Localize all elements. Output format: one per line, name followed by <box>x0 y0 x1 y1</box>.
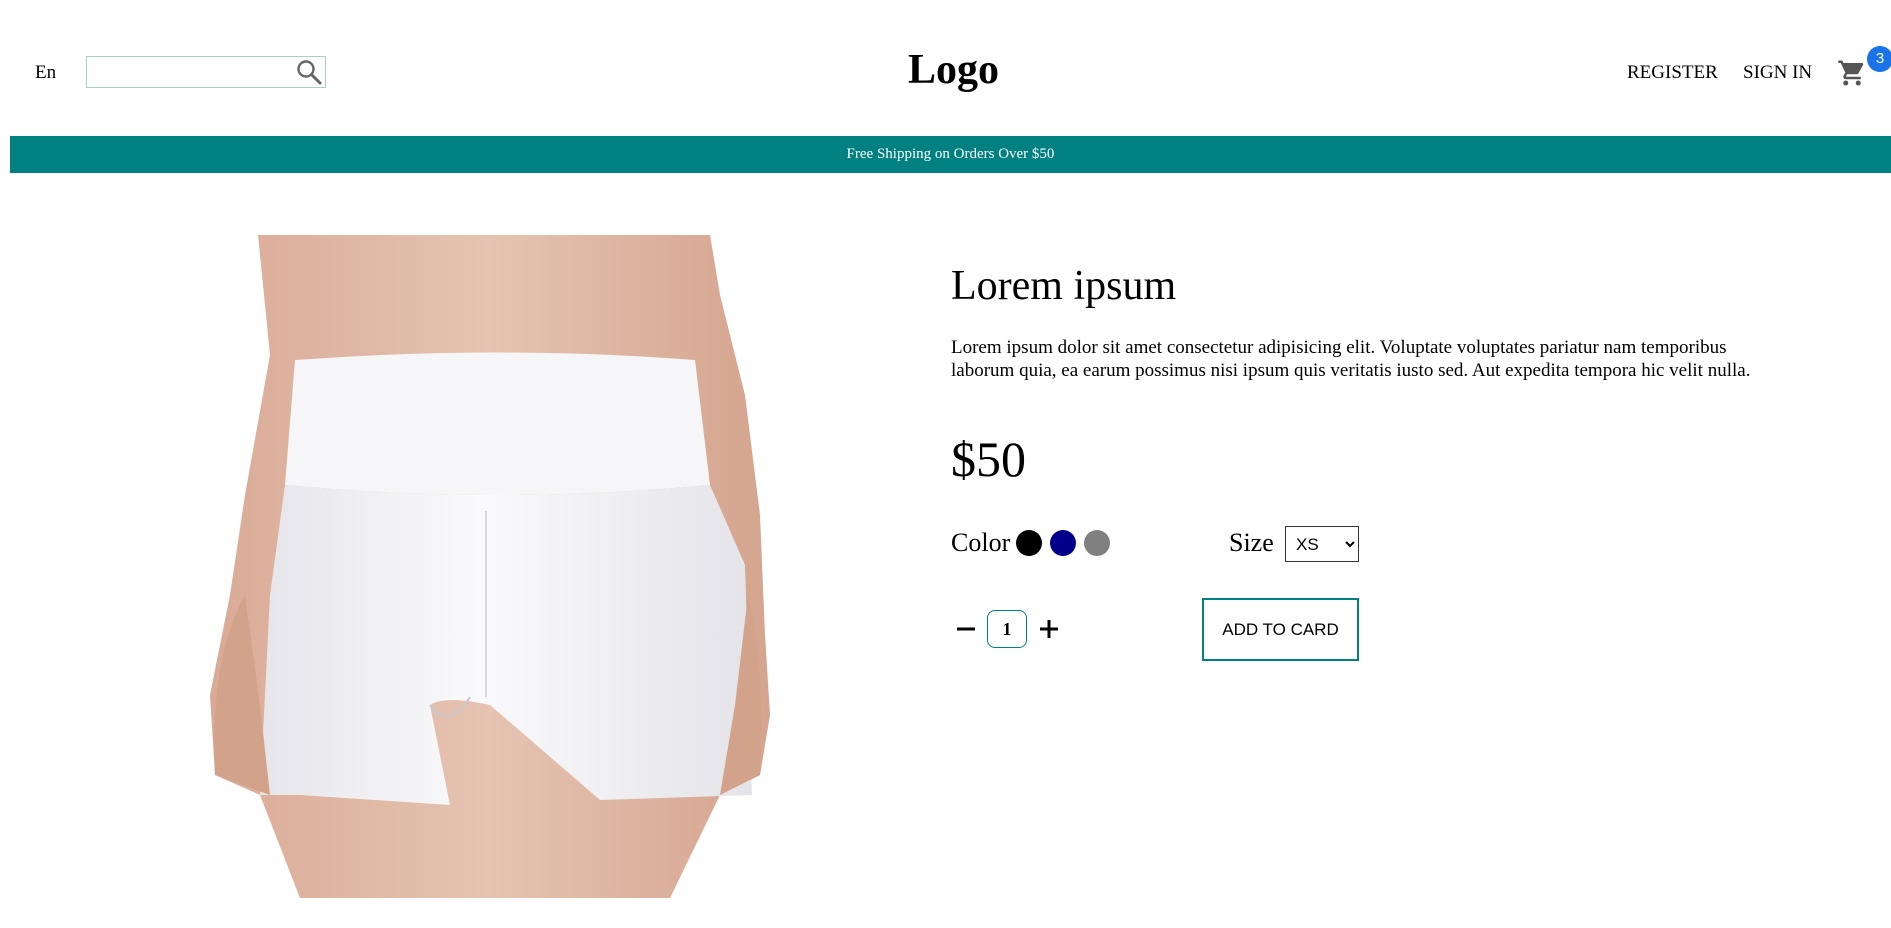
decrease-quantity-button[interactable] <box>951 610 981 646</box>
increase-quantity-button[interactable] <box>1034 610 1064 646</box>
color-swatch-blue[interactable] <box>1050 530 1076 556</box>
search-icon[interactable] <box>295 58 323 86</box>
navbar: En Logo REGISTER SIGN IN 3 <box>10 0 1891 136</box>
add-to-cart-button[interactable]: ADD TO CARD <box>1202 598 1359 661</box>
promo-banner: Free Shipping on Orders Over $50 <box>10 136 1891 173</box>
quantity-value[interactable]: 1 <box>987 610 1027 648</box>
product-image <box>200 235 780 898</box>
search-box[interactable] <box>86 56 326 88</box>
language-selector[interactable]: En <box>35 62 56 84</box>
color-swatch-black[interactable] <box>1016 530 1042 556</box>
size-label: Size <box>1229 528 1274 557</box>
color-swatch-gray[interactable] <box>1084 530 1110 556</box>
logo[interactable]: Logo <box>908 46 999 94</box>
color-label: Color <box>951 528 1011 557</box>
product-description: Lorem ipsum dolor sit amet consectetur a… <box>951 337 1751 381</box>
product-price: $50 <box>951 431 1026 487</box>
plus-icon <box>1040 620 1058 638</box>
register-link[interactable]: REGISTER <box>1627 62 1718 84</box>
cart-button[interactable]: 3 <box>1835 46 1891 94</box>
signin-link[interactable]: SIGN IN <box>1743 62 1812 84</box>
size-select[interactable]: XS <box>1285 526 1359 562</box>
search-input[interactable] <box>87 57 299 87</box>
product-title: Lorem ipsum <box>951 263 1177 309</box>
minus-icon <box>957 627 975 631</box>
cart-icon <box>1838 60 1864 86</box>
cart-count-badge: 3 <box>1867 46 1891 72</box>
